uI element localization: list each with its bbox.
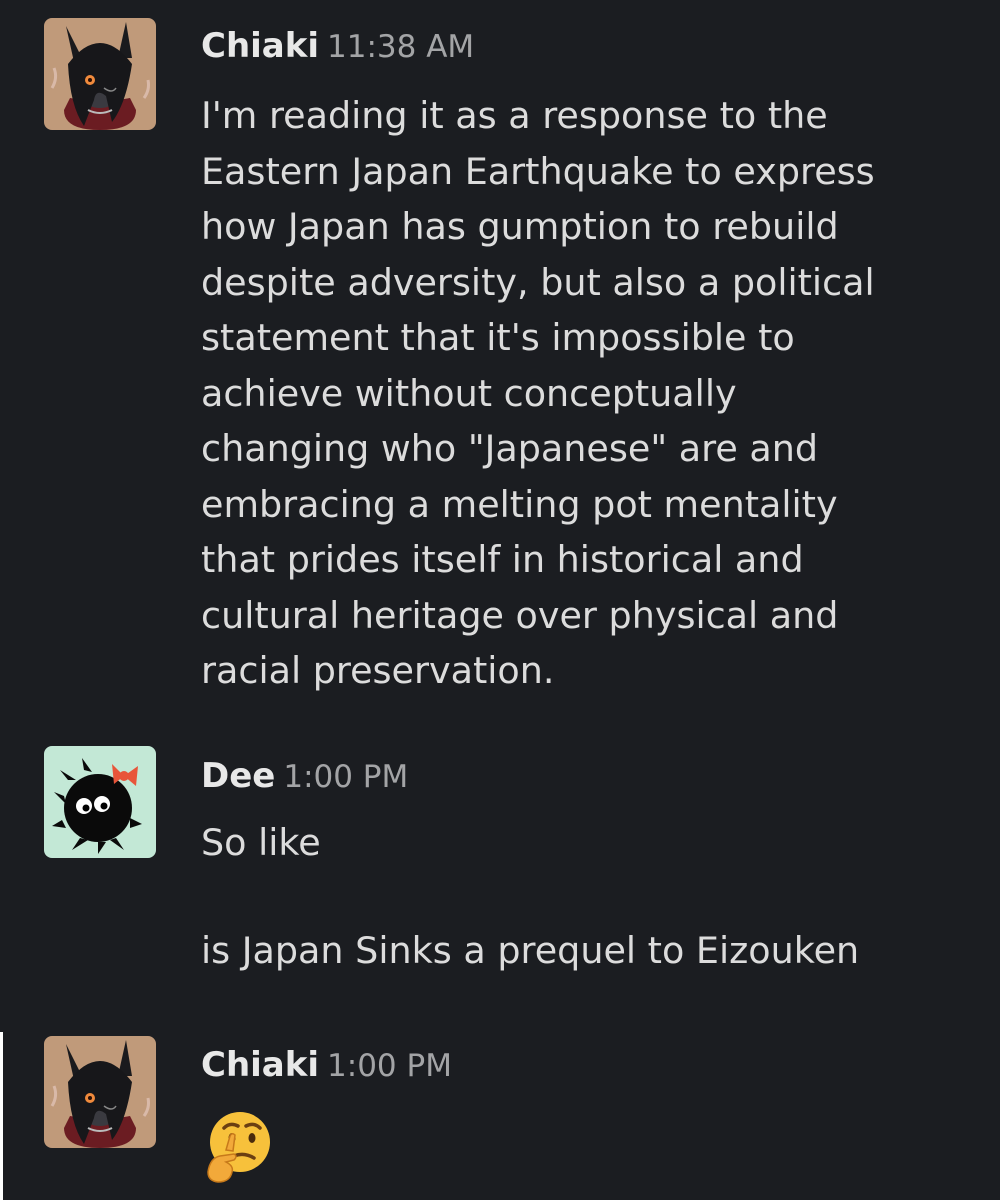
anime-character-avatar-icon — [44, 1036, 156, 1148]
timestamp[interactable]: 11:38 AM — [327, 29, 474, 65]
message-line: racial preservation. — [201, 649, 555, 692]
sender-name[interactable]: Chiaki — [201, 26, 319, 66]
message-line: changing who "Japanese" are and — [201, 427, 819, 470]
message-line: I'm reading it as a response to the — [201, 94, 828, 137]
timestamp[interactable]: 1:00 PM — [283, 759, 408, 795]
message-line: cultural heritage over physical and — [201, 593, 839, 637]
sender-name[interactable]: Chiaki — [201, 1045, 319, 1085]
sender-name[interactable]: Dee — [201, 756, 275, 796]
message-line: how Japan has gumption to rebuild — [201, 205, 839, 248]
timestamp[interactable]: 1:00 PM — [327, 1048, 452, 1084]
message-line: is Japan Sinks a prequel to Eizouken — [201, 928, 860, 972]
message-body: So like is Japan Sinks a prequel to Eizo… — [201, 815, 971, 978]
thinking-face-emoji-icon — [200, 1108, 276, 1184]
soot-sprite-avatar-icon — [44, 746, 156, 858]
message-line: despite adversity, but also a political — [201, 260, 875, 304]
chiaki-avatar[interactable] — [44, 1036, 156, 1148]
message-line: Eastern Japan Earthquake to express — [201, 149, 875, 193]
message-line: statement that it's impossible to — [201, 316, 795, 359]
message-line: achieve without conceptually — [201, 371, 737, 415]
message-header: Dee 1:00 PM — [201, 756, 408, 800]
anime-character-avatar-icon — [44, 18, 156, 130]
message-header: Chiaki 11:38 AM — [201, 26, 474, 70]
message-body: I'm reading it as a response to the East… — [201, 88, 971, 699]
message-line: that prides itself in historical and — [201, 538, 804, 581]
chiaki-avatar[interactable] — [44, 18, 156, 130]
message-line: embracing a melting pot mentality — [201, 482, 838, 526]
dee-avatar[interactable] — [44, 746, 156, 858]
message-line: So like — [201, 821, 321, 864]
message-header: Chiaki 1:00 PM — [201, 1045, 452, 1089]
message-hover-indicator — [0, 1032, 3, 1200]
